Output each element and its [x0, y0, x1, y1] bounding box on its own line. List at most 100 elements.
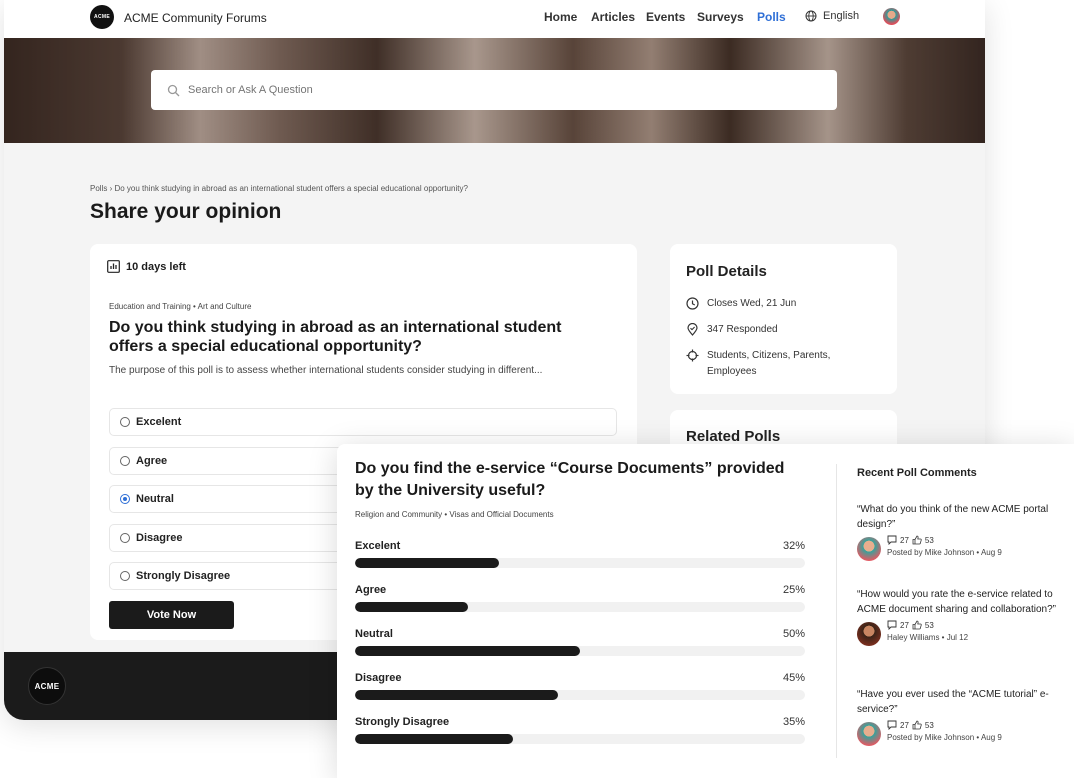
audience-detail: Students, Citizens, Parents, Employees — [686, 348, 856, 380]
chart-icon — [107, 260, 120, 273]
radio-disagree[interactable] — [120, 533, 130, 543]
comment-author: Posted by Mike Johnson • Aug 9 — [887, 733, 1002, 742]
like-count: 53 — [924, 720, 934, 730]
nav-home[interactable]: Home — [544, 10, 577, 24]
option-label: Neutral — [136, 493, 174, 505]
radio-neutral[interactable] — [120, 494, 130, 504]
hero-banner — [4, 38, 985, 143]
comment-icon — [887, 620, 897, 630]
breadcrumb-separator: › — [109, 184, 113, 193]
footer-logo[interactable]: ACME — [28, 667, 66, 705]
search-input[interactable] — [188, 84, 788, 96]
result-percent: 32% — [782, 540, 805, 552]
result-bar-track — [355, 646, 805, 656]
result-percent: 25% — [782, 584, 805, 596]
comment-author: Haley Williams • Jul 12 — [887, 633, 969, 642]
poll-categories: Education and Training • Art and Culture — [109, 302, 252, 311]
breadcrumb: Polls › Do you think studying in abroad … — [90, 184, 468, 193]
option-label: Strongly Disagree — [136, 570, 231, 582]
days-left-label: 10 days left — [126, 260, 186, 273]
comment-count: 27 — [900, 720, 909, 730]
option-label: Disagree — [136, 532, 183, 544]
panel-divider — [836, 464, 837, 758]
result-label: Neutral — [355, 628, 393, 640]
comment-count: 27 — [900, 620, 909, 630]
result-bar-track — [355, 602, 805, 612]
thumbs-up-icon — [912, 620, 922, 630]
comment-item[interactable]: “Have you ever used the “ACME tutorial” … — [857, 687, 1065, 746]
result-label: Agree — [355, 584, 387, 596]
nav-events[interactable]: Events — [646, 10, 685, 24]
poll-results-panel: Do you find the e-service “Course Docume… — [337, 444, 1074, 778]
results-categories: Religion and Community • Visas and Offic… — [355, 510, 554, 519]
thumbs-up-icon — [912, 535, 922, 545]
result-label: Strongly Disagree — [355, 716, 450, 728]
result-percent: 35% — [782, 716, 805, 728]
like-count: 53 — [924, 535, 934, 545]
result-bar-track — [355, 734, 805, 744]
comment-icon — [887, 720, 897, 730]
responded-label: 347 Responded — [707, 324, 778, 335]
result-bar-track — [355, 558, 805, 568]
poll-details-card: Poll Details Closes Wed, 21 Jun 347 Resp… — [670, 244, 897, 394]
page-title: Share your opinion — [90, 200, 282, 223]
result-bar-fill — [355, 690, 558, 700]
clock-icon — [686, 297, 699, 310]
poll-description: The purpose of this poll is to assess wh… — [109, 365, 543, 376]
result-label: Excelent — [355, 540, 401, 552]
results-question: Do you find the e-service “Course Docume… — [355, 460, 785, 499]
comment-icon — [887, 535, 897, 545]
avatar[interactable] — [857, 722, 881, 746]
option-label: Agree — [136, 455, 168, 467]
nav-polls[interactable]: Polls — [757, 10, 786, 24]
result-bar-fill — [355, 558, 499, 568]
audience-label: Students, Citizens, Parents, Employees — [707, 350, 831, 377]
top-navigation-bar: ACME ACME Community Forums Home Articles… — [4, 0, 985, 38]
radio-agree[interactable] — [120, 456, 130, 466]
recent-comments-title: Recent Poll Comments — [857, 467, 977, 479]
comment-item[interactable]: “What do you think of the new ACME porta… — [857, 502, 1065, 561]
nav-articles[interactable]: Articles — [591, 10, 635, 24]
related-polls-title: Related Polls — [686, 428, 781, 445]
responded-detail: 347 Responded — [686, 322, 778, 338]
days-left: 10 days left — [107, 260, 186, 273]
language-label: English — [823, 10, 860, 22]
result-bar-fill — [355, 602, 468, 612]
result-percent: 45% — [782, 672, 805, 684]
search-bar[interactable] — [151, 70, 837, 110]
comment-text[interactable]: “How would you rate the e-service relate… — [857, 587, 1065, 617]
avatar[interactable] — [857, 622, 881, 646]
result-label: Disagree — [355, 672, 402, 684]
comment-text[interactable]: “What do you think of the new ACME porta… — [857, 502, 1065, 532]
thumbs-up-icon — [912, 720, 922, 730]
nav-surveys[interactable]: Surveys — [697, 10, 744, 24]
target-icon — [686, 349, 699, 362]
globe-icon — [805, 10, 817, 22]
radio-excelent[interactable] — [120, 417, 130, 427]
breadcrumb-current: Do you think studying in abroad as an in… — [114, 184, 468, 193]
comment-count: 27 — [900, 535, 909, 545]
result-bar-track — [355, 690, 805, 700]
closes-detail: Closes Wed, 21 Jun — [686, 296, 796, 312]
poll-question: Do you think studying in abroad as an in… — [109, 319, 562, 355]
site-title[interactable]: ACME Community Forums — [124, 11, 267, 25]
comment-item[interactable]: “How would you rate the e-service relate… — [857, 587, 1065, 646]
comment-text[interactable]: “Have you ever used the “ACME tutorial” … — [857, 687, 1065, 717]
acme-logo[interactable]: ACME — [90, 5, 114, 29]
option-excelent[interactable]: Excelent — [109, 408, 617, 436]
location-pin-icon — [687, 323, 698, 336]
result-bar-fill — [355, 646, 580, 656]
like-count: 53 — [924, 620, 934, 630]
closes-label: Closes Wed, 21 Jun — [707, 298, 797, 309]
option-label: Excelent — [136, 416, 182, 428]
avatar[interactable] — [857, 537, 881, 561]
result-bar-fill — [355, 734, 513, 744]
search-icon — [167, 84, 180, 96]
vote-now-button[interactable]: Vote Now — [109, 601, 234, 629]
comment-author: Posted by Mike Johnson • Aug 9 — [887, 548, 1002, 557]
radio-strongly-disagree[interactable] — [120, 571, 130, 581]
language-selector[interactable]: English — [805, 10, 859, 22]
user-avatar[interactable] — [883, 8, 900, 25]
breadcrumb-polls[interactable]: Polls — [90, 184, 107, 193]
result-percent: 50% — [782, 628, 805, 640]
